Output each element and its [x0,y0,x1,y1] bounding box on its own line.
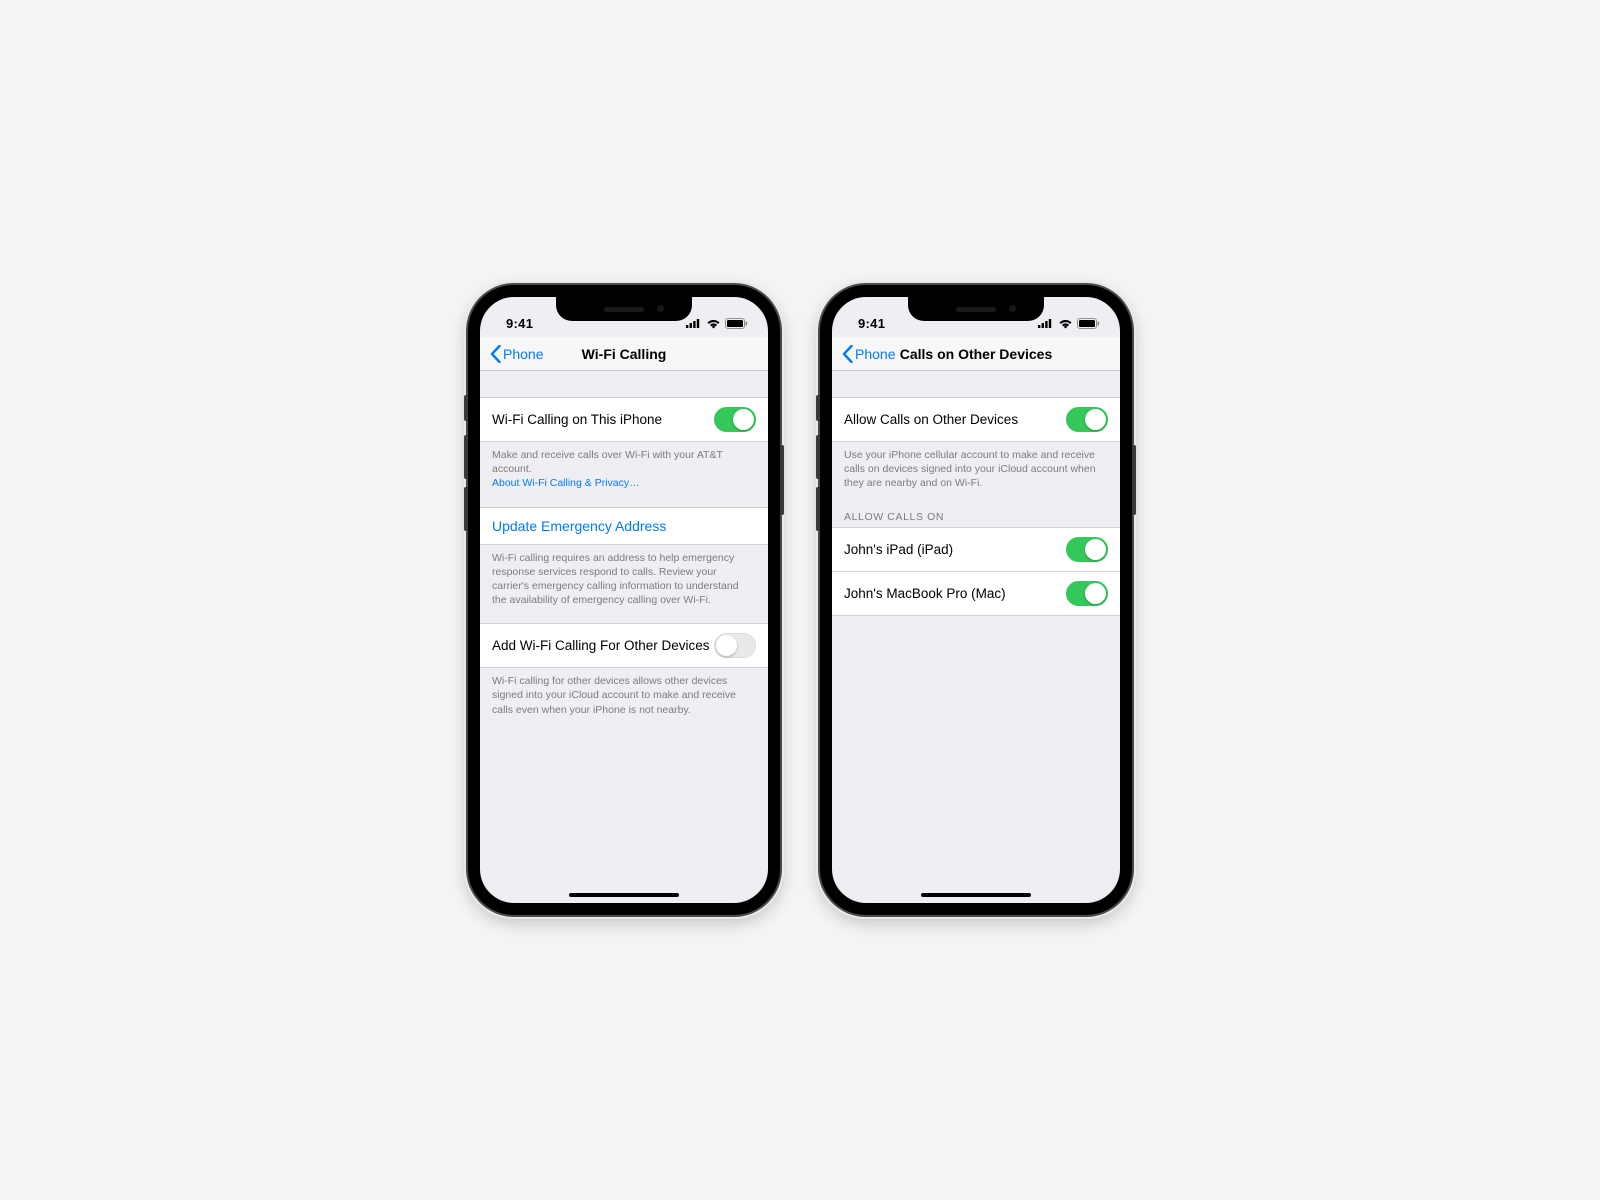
front-camera [1009,305,1016,312]
wifi-icon [1058,318,1073,329]
home-indicator[interactable] [569,893,679,897]
back-button[interactable]: Phone [838,337,899,370]
allow-calls-other-row[interactable]: Allow Calls on Other Devices [832,397,1120,442]
screen-right: 9:41 Phone Calls on Other Devices [832,297,1120,903]
settings-list: Allow Calls on Other Devices Use your iP… [832,371,1120,616]
front-camera [657,305,664,312]
battery-icon [725,318,748,329]
phone-frame-left: 9:41 Phone Wi-Fi Calling [468,285,780,915]
about-privacy-link[interactable]: About Wi-Fi Calling & Privacy… [492,477,640,489]
phone-frame-right: 9:41 Phone Calls on Other Devices [820,285,1132,915]
wifi-icon [706,318,721,329]
back-label: Phone [503,346,543,362]
row-footer: Make and receive calls over Wi-Fi with y… [480,442,768,495]
status-time: 9:41 [506,316,533,331]
device-toggle-ipad[interactable] [1066,537,1108,562]
page-title: Wi-Fi Calling [582,346,667,362]
back-label: Phone [855,346,895,362]
nav-bar: Phone Calls on Other Devices [832,337,1120,371]
speaker [956,307,996,312]
row-label: Wi-Fi Calling on This iPhone [492,412,662,427]
notch [556,297,692,321]
row-footer: Wi-Fi calling requires an address to hel… [480,545,768,612]
section-header: Allow Calls On [832,495,1120,527]
volume-down-button [816,487,820,531]
chevron-left-icon [842,345,853,363]
notch [908,297,1044,321]
device-row-ipad[interactable]: John's iPad (iPad) [832,527,1120,572]
screen-left: 9:41 Phone Wi-Fi Calling [480,297,768,903]
page-title: Calls on Other Devices [900,346,1053,362]
mute-switch [464,395,468,421]
wifi-calling-toggle-row[interactable]: Wi-Fi Calling on This iPhone [480,397,768,442]
chevron-left-icon [490,345,501,363]
volume-down-button [464,487,468,531]
speaker [604,307,644,312]
row-footer: Wi-Fi calling for other devices allows o… [480,668,768,721]
wifi-calling-toggle[interactable] [714,407,756,432]
row-label: Add Wi-Fi Calling For Other Devices [492,638,710,653]
home-indicator[interactable] [921,893,1031,897]
nav-bar: Phone Wi-Fi Calling [480,337,768,371]
row-label: John's MacBook Pro (Mac) [844,586,1006,601]
mute-switch [816,395,820,421]
row-footer: Use your iPhone cellular account to make… [832,442,1120,495]
back-button[interactable]: Phone [486,337,547,370]
device-row-macbook[interactable]: John's MacBook Pro (Mac) [832,572,1120,616]
battery-icon [1077,318,1100,329]
row-label: John's iPad (iPad) [844,542,953,557]
side-button [780,445,784,515]
add-wifi-calling-other-row[interactable]: Add Wi-Fi Calling For Other Devices [480,623,768,668]
row-label: Update Emergency Address [492,518,666,534]
volume-up-button [464,435,468,479]
update-emergency-address-row[interactable]: Update Emergency Address [480,507,768,545]
allow-calls-other-toggle[interactable] [1066,407,1108,432]
cellular-icon [1038,318,1054,328]
settings-list: Wi-Fi Calling on This iPhone Make and re… [480,371,768,721]
status-time: 9:41 [858,316,885,331]
volume-up-button [816,435,820,479]
cellular-icon [686,318,702,328]
device-toggle-macbook[interactable] [1066,581,1108,606]
row-label: Allow Calls on Other Devices [844,412,1018,427]
side-button [1132,445,1136,515]
add-wifi-calling-other-toggle[interactable] [714,633,756,658]
